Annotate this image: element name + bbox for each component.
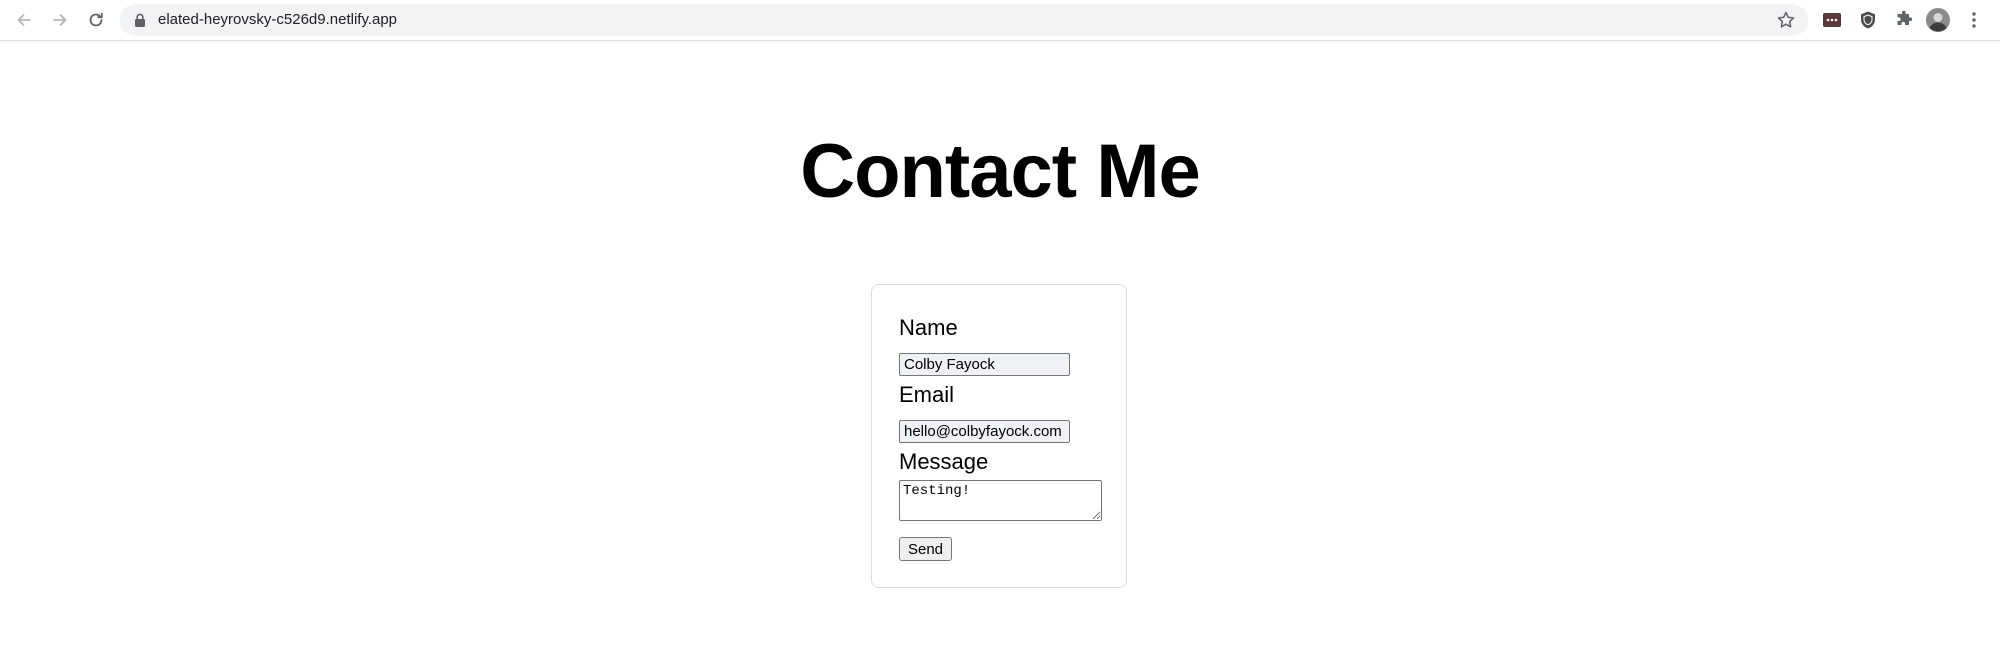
shield-extension[interactable] [1856,8,1880,32]
reload-button[interactable] [84,8,108,32]
contact-form: Name Email Message Testing! Send [871,284,1127,588]
password-manager-icon [1823,13,1841,27]
star-icon[interactable] [1776,10,1796,30]
avatar [1926,8,1950,32]
email-field[interactable] [899,420,1070,443]
forward-button[interactable] [48,8,72,32]
url-text[interactable]: elated-heyrovsky-c526d9.netlify.app [158,4,397,36]
reload-icon [89,12,103,27]
email-label: Email [899,382,955,407]
address-bar[interactable]: elated-heyrovsky-c526d9.netlify.app [120,4,1808,36]
kebab-menu-icon [1972,12,1976,28]
lock-icon[interactable] [134,13,146,27]
puzzle-icon [1897,10,1913,25]
browser-menu-button[interactable] [1962,8,1986,32]
page-title: Contact Me [800,129,1201,214]
send-button[interactable]: Send [899,537,952,561]
message-textarea[interactable]: Testing! [899,480,1102,521]
profile-button[interactable] [1926,8,1950,32]
shield-extension-icon [1861,11,1875,29]
forward-arrow-icon [53,14,67,26]
password-manager-extension[interactable] [1820,8,1844,32]
back-arrow-icon [17,14,31,26]
browser-toolbar: elated-heyrovsky-c526d9.netlify.app [0,0,2000,41]
message-label: Message [899,449,989,474]
back-button[interactable] [12,8,36,32]
name-label: Name [899,315,958,340]
name-field[interactable] [899,353,1070,376]
extensions-button[interactable] [1892,8,1916,32]
